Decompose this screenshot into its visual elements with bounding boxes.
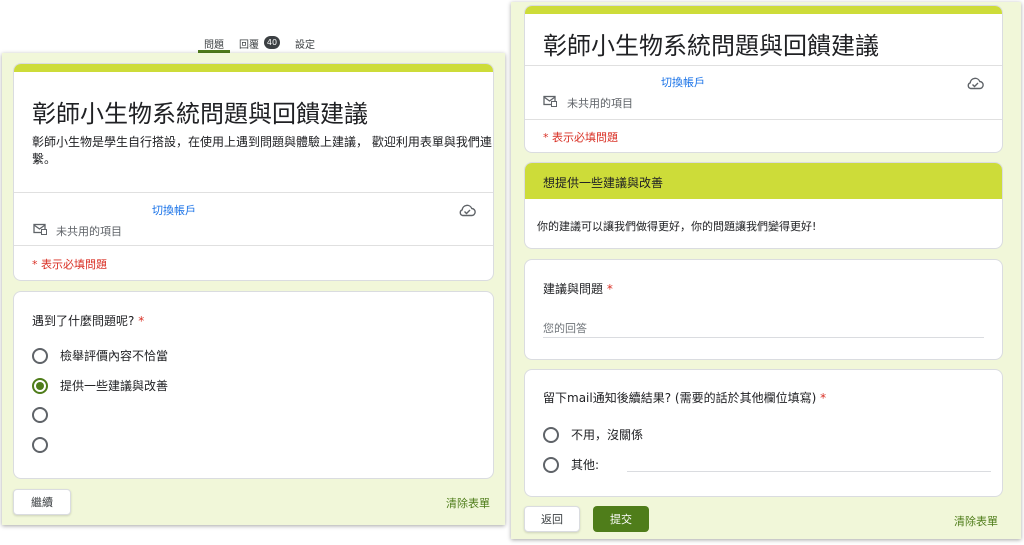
divider: [14, 192, 493, 193]
radio-option-other[interactable]: 其他:: [543, 456, 599, 473]
question-title-text: 遇到了什麼問題呢?: [32, 314, 135, 328]
tab-settings[interactable]: 設定: [295, 36, 315, 51]
question-title: 遇到了什麼問題呢? *: [32, 312, 144, 329]
switch-account-link[interactable]: 切換帳戶: [152, 202, 196, 218]
radio-option[interactable]: 提供一些建議與改善: [32, 377, 168, 394]
switch-account-link[interactable]: 切換帳戶: [661, 74, 705, 90]
radio-button[interactable]: [32, 407, 48, 423]
clear-form-link[interactable]: 清除表單: [954, 513, 998, 529]
option-label: 提供一些建議與改善: [60, 379, 169, 393]
form-header-card: 彰師小生物系統問題與回饋建議 切換帳戶 未共用的項目 * 表示必填問題: [524, 5, 1003, 153]
form-header-card: 彰師小生物系統問題與回饋建議 彰師小生物是學生自行搭設，在使用上遇到問題與體驗上…: [13, 63, 494, 281]
not-shared-label: 未共用的項目: [56, 225, 122, 238]
option-label: 其他:: [571, 458, 600, 472]
question-title: 留下mail通知後續結果? (需要的話於其他欄位填寫) *: [543, 389, 826, 406]
other-text-input[interactable]: [627, 471, 991, 472]
form-title: 彰師小生物系統問題與回饋建議: [32, 100, 368, 128]
answer-underline: [543, 337, 984, 338]
form-title: 彰師小生物系統問題與回饋建議: [543, 32, 879, 60]
clear-form-link[interactable]: 清除表單: [446, 495, 490, 511]
required-star: *: [820, 391, 827, 405]
form-page-2: 彰師小生物系統問題與回饋建議 切換帳戶 未共用的項目 * 表示必填問題 想提供一…: [511, 2, 1021, 539]
radio-button[interactable]: [32, 347, 48, 364]
continue-button[interactable]: 繼續: [13, 489, 71, 515]
question-card: 建議與問題 * 您的回答: [524, 259, 1003, 360]
form-page-1: 彰師小生物系統問題與回饋建議 彰師小生物是學生自行搭設，在使用上遇到問題與體驗上…: [2, 53, 505, 525]
radio-button[interactable]: [543, 456, 559, 473]
option-label: 檢舉評價內容不恰當: [60, 349, 169, 363]
radio-option[interactable]: [32, 437, 60, 453]
radio-button[interactable]: [32, 437, 48, 453]
responses-count-badge: 40: [264, 36, 280, 49]
mail-lock-icon: [33, 223, 47, 235]
option-label: 不用，沒關係: [571, 428, 644, 442]
radio-option[interactable]: [32, 407, 60, 423]
question-title-text: 建議與問題: [543, 282, 604, 296]
divider: [14, 245, 493, 246]
accent-bar: [525, 6, 1002, 14]
answer-input[interactable]: 您的回答: [543, 320, 587, 336]
not-shared-label: 未共用的項目: [567, 97, 633, 110]
question-title: 建議與問題 *: [543, 280, 613, 297]
submit-button[interactable]: 提交: [593, 506, 649, 532]
section-card: 想提供一些建議與改善 你的建議可以讓我們做得更好，你的問題讓我們變得更好!: [524, 162, 1003, 249]
mail-lock-icon: [543, 95, 557, 107]
accent-bar: [14, 64, 493, 72]
back-button[interactable]: 返回: [524, 506, 580, 532]
cloud-check-icon: [458, 203, 476, 217]
radio-button-selected[interactable]: [32, 377, 48, 394]
required-note: * 表示必填問題: [32, 258, 107, 271]
radio-option[interactable]: 檢舉評價內容不恰當: [32, 347, 168, 364]
radio-button[interactable]: [543, 426, 559, 443]
required-note: * 表示必填問題: [543, 131, 618, 144]
divider: [525, 119, 1002, 120]
required-star: *: [606, 282, 613, 296]
radio-option[interactable]: 不用，沒關係: [543, 426, 643, 443]
question-card: 遇到了什麼問題呢? * 檢舉評價內容不恰當 提供一些建議與改善: [13, 291, 494, 479]
tab-responses[interactable]: 回覆: [239, 36, 259, 51]
section-description: 你的建議可以讓我們做得更好，你的問題讓我們變得更好!: [537, 220, 817, 233]
form-description: 彰師小生物是學生自行搭設，在使用上遇到問題與體驗上建議， 歡迎利用表單與我們連繫…: [32, 135, 492, 166]
section-title: 想提供一些建議與改善: [543, 176, 664, 190]
required-star: *: [138, 314, 145, 328]
tab-questions[interactable]: 問題: [204, 36, 224, 51]
cloud-check-icon: [966, 76, 984, 90]
question-card: 留下mail通知後續結果? (需要的話於其他欄位填寫) * 不用，沒關係 其他:: [524, 369, 1003, 497]
divider: [525, 65, 1002, 66]
question-title-text: 留下mail通知後續結果? (需要的話於其他欄位填寫): [543, 391, 817, 405]
